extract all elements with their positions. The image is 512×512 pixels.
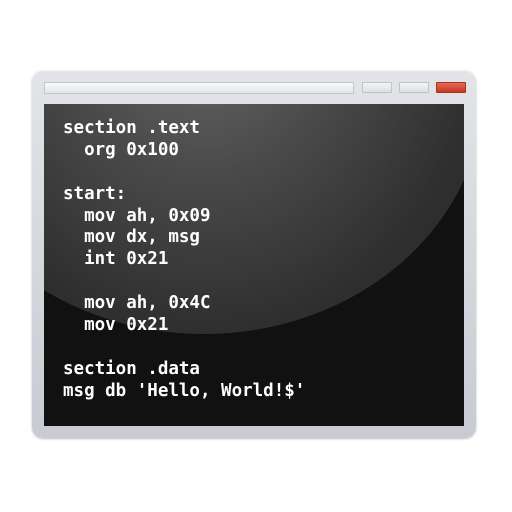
code-line: section .text: [63, 118, 200, 138]
minimize-button[interactable]: [362, 82, 392, 93]
code-line: mov ah, 0x09: [63, 205, 211, 226]
code-line: mov dx, msg: [63, 227, 200, 248]
code-line: org 0x100: [63, 139, 179, 160]
terminal-screen[interactable]: section .text org 0x100 start: mov ah, 0x…: [44, 104, 464, 426]
code-line: mov 0x21: [63, 315, 169, 336]
terminal-window: section .text org 0x100 start: mov ah, 0x…: [32, 70, 476, 438]
maximize-button[interactable]: [399, 82, 429, 93]
code-line: start:: [63, 183, 127, 204]
code-line: int 0x21: [63, 249, 169, 270]
code-line: msg db 'Hello, World!$': [63, 380, 306, 401]
code-block: section .text org 0x100 start: mov ah, 0x…: [63, 118, 305, 403]
close-button[interactable]: [436, 82, 466, 93]
code-line: section .data: [63, 358, 200, 379]
title-bar[interactable]: [44, 82, 354, 94]
code-line: mov ah, 0x4C: [63, 293, 211, 314]
